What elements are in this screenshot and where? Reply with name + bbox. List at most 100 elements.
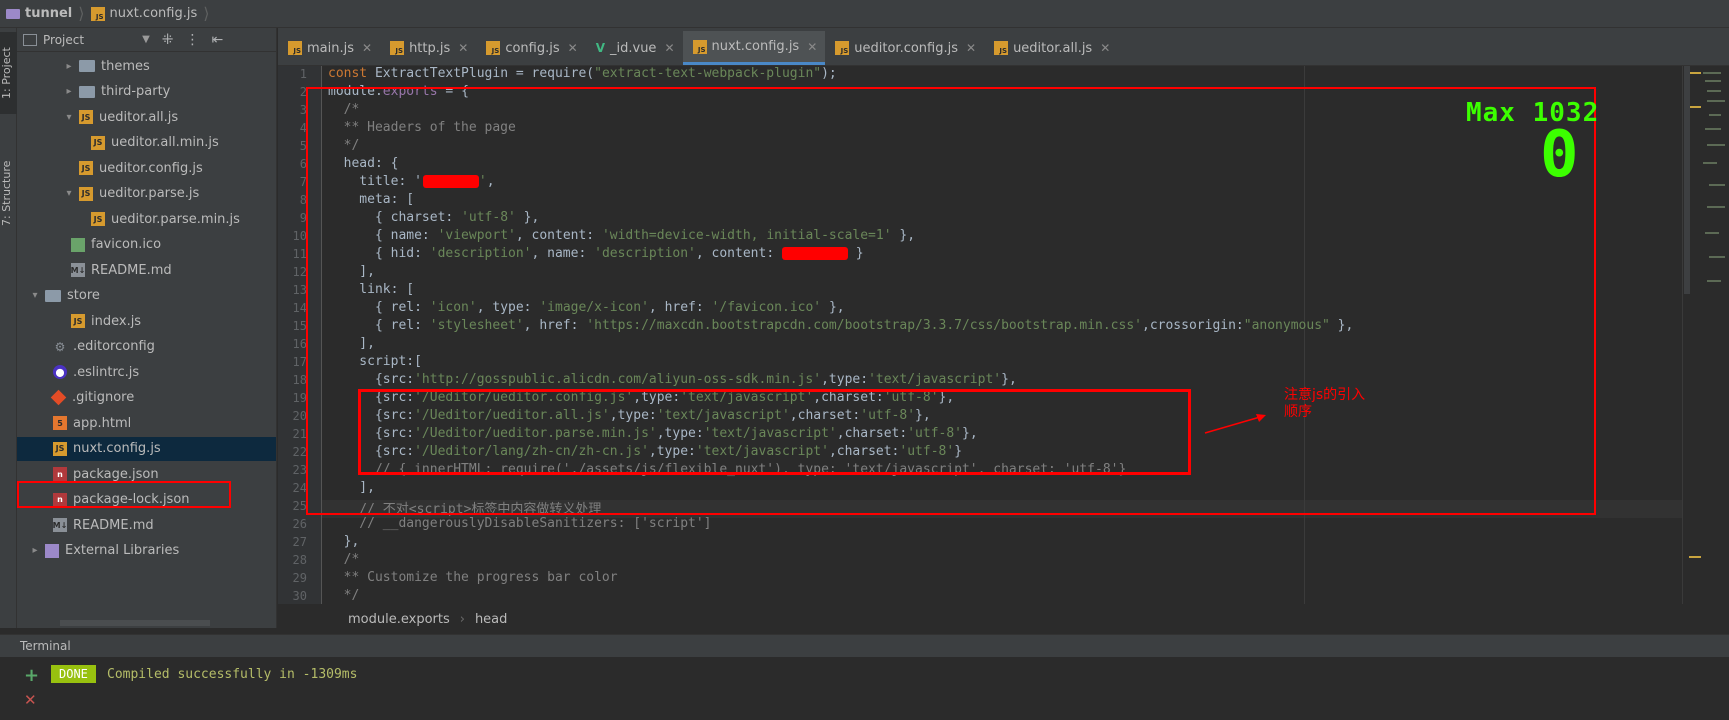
tree-item[interactable]: JS index.js — [55, 309, 141, 333]
tab-label: http.js — [409, 40, 451, 56]
tab--id-vue[interactable]: V _id.vue ✕ — [586, 31, 683, 65]
js-file-icon: JS — [486, 41, 501, 55]
folder-icon — [6, 8, 20, 19]
tree-item[interactable]: ▸ themes — [63, 54, 150, 78]
terminal-body[interactable]: + ✕ DONE Compiled successfully in -1309m… — [0, 657, 1729, 720]
minimap-line — [1707, 90, 1721, 92]
status-badge: DONE — [51, 665, 96, 683]
minimap-line — [1709, 184, 1725, 186]
warning-marker[interactable] — [1689, 72, 1701, 74]
tree-item[interactable]: 5 app.html — [37, 411, 131, 435]
terminal-output: Compiled successfully in -1309ms — [107, 667, 358, 682]
code-line[interactable]: ** Customize the progress bar color — [322, 570, 618, 588]
chevron-down-icon[interactable]: ▾ — [63, 112, 75, 123]
tab-ueditor-all-js[interactable]: JS ueditor.all.js ✕ — [984, 31, 1118, 65]
tree-item[interactable]: JS ueditor.all.min.js — [75, 131, 219, 155]
tree-item[interactable]: ▾ JS ueditor.parse.js — [63, 182, 199, 206]
chevron-right-icon[interactable]: ▸ — [63, 61, 75, 72]
annotation-highlight-nuxt-config — [17, 481, 231, 508]
tree-item-label: ueditor.all.js — [99, 109, 179, 125]
tree-item[interactable]: M↓ README.md — [37, 513, 154, 537]
breadcrumb-module-exports[interactable]: module.exports — [348, 612, 450, 627]
tool-tab-structure[interactable]: 7: Structure — [0, 148, 17, 238]
vue-file-icon: V — [595, 41, 605, 55]
nav-crumb-file[interactable]: JS nuxt.config.js ⟩ — [90, 4, 210, 23]
warning-marker[interactable] — [1689, 556, 1701, 558]
tree-item-label: themes — [101, 58, 150, 74]
chevron-down-icon[interactable]: ▼ — [142, 34, 150, 45]
project-panel-header: Project ▼ ⁜ ⋮ ⇤ — [17, 28, 276, 52]
terminal-title[interactable]: Terminal — [20, 639, 71, 653]
tab-main-js[interactable]: JS main.js ✕ — [278, 31, 380, 65]
minimap-line — [1705, 128, 1721, 130]
tree-item-label: .gitignore — [72, 390, 135, 405]
tree-item[interactable]: ▸ third-party — [63, 80, 170, 104]
collapse-all-icon[interactable]: ⁜ — [162, 32, 174, 48]
close-icon[interactable]: ✕ — [458, 41, 468, 55]
tab-http-js[interactable]: JS http.js ✕ — [380, 31, 476, 65]
close-icon[interactable]: ✕ — [664, 41, 674, 55]
eslint-file-icon: ⬤ — [53, 365, 67, 379]
project-horizontal-scrollbar[interactable] — [60, 620, 210, 626]
editor-tab-bar: JS main.js ✕ JS http.js ✕ JS config.js ✕ V _id.vue… — [278, 28, 1729, 66]
tree-item[interactable]: JS ueditor.config.js — [63, 156, 203, 180]
tree-item[interactable]: .gitignore — [37, 386, 134, 410]
tree-item[interactable]: JS ueditor.parse.min.js — [75, 207, 240, 231]
code-line[interactable]: }, — [322, 534, 360, 552]
tree-item-label: index.js — [91, 313, 142, 329]
tree-item[interactable]: ⚙ .editorconfig — [37, 335, 155, 359]
nav-separator: ⟩ — [203, 4, 210, 23]
editor-scrollbar[interactable] — [1684, 66, 1690, 294]
line-number: 26 — [292, 517, 307, 531]
js-file-icon: JS — [53, 441, 67, 456]
code-line[interactable]: // __dangerouslyDisableSanitizers: ['scr… — [322, 516, 711, 534]
line-number: 14 — [292, 301, 307, 315]
code-line[interactable]: const ExtractTextPlugin = require("extra… — [322, 66, 837, 84]
js-file-icon: JS — [91, 135, 105, 150]
tree-item[interactable]: favicon.ico — [55, 233, 161, 257]
tree-item[interactable]: ▾ store — [29, 284, 99, 308]
tab-nuxt-config-js[interactable]: JS nuxt.config.js ✕ — [682, 31, 826, 65]
code-line[interactable]: /* — [322, 552, 360, 570]
settings-icon[interactable]: ⋮ — [186, 32, 200, 48]
close-icon[interactable]: ✕ — [1100, 41, 1110, 55]
chevron-right-icon[interactable]: ▸ — [29, 545, 41, 556]
close-icon[interactable]: ✕ — [362, 41, 372, 55]
editor-minimap[interactable] — [1682, 66, 1729, 604]
project-view-icon — [23, 33, 37, 46]
hide-panel-icon[interactable]: ⇤ — [212, 32, 224, 48]
line-number: 23 — [292, 463, 307, 477]
close-icon[interactable]: ✕ — [568, 41, 578, 55]
tree-item[interactable]: ⬤ .eslintrc.js — [37, 360, 139, 384]
breadcrumb-separator: › — [459, 611, 465, 627]
chevron-down-icon[interactable]: ▾ — [29, 290, 41, 301]
close-icon[interactable]: ✕ — [966, 41, 976, 55]
chevron-right-icon[interactable]: ▸ — [63, 86, 75, 97]
chevron-down-icon[interactable]: ▾ — [63, 188, 75, 199]
tree-item[interactable]: ▸ External Libraries — [29, 539, 179, 563]
tree-item[interactable]: M↓ README.md — [55, 258, 172, 282]
warning-marker[interactable] — [1689, 106, 1701, 108]
nav-crumb-project[interactable]: tunnel ⟩ — [6, 4, 85, 23]
tree-item[interactable]: JS nuxt.config.js — [17, 436, 276, 461]
project-view-selector[interactable]: Project — [43, 33, 84, 47]
tab-config-js[interactable]: JS config.js ✕ — [476, 31, 585, 65]
js-file-icon: JS — [994, 41, 1009, 55]
tab-ueditor-config-js[interactable]: JS ueditor.config.js ✕ — [825, 31, 984, 65]
js-file-icon: JS — [835, 41, 850, 55]
navigation-bar: tunnel ⟩ JS nuxt.config.js ⟩ — [0, 0, 1729, 28]
close-session-icon[interactable]: ✕ — [24, 691, 37, 709]
line-number: 11 — [292, 247, 307, 261]
tool-tab-project[interactable]: 1: Project — [0, 32, 17, 114]
tree-item-label: package.json — [73, 466, 159, 482]
new-session-icon[interactable]: + — [24, 665, 39, 686]
close-icon[interactable]: ✕ — [807, 40, 817, 54]
tree-item[interactable]: ▾ JS ueditor.all.js — [63, 105, 178, 129]
git-file-icon — [50, 389, 67, 406]
annotation-note: 注意js的引入 顺序 — [1284, 387, 1365, 421]
terminal-header: Terminal — [0, 635, 1729, 657]
code-line[interactable]: */ — [322, 588, 360, 604]
breadcrumb-head[interactable]: head — [475, 612, 507, 627]
line-number: 10 — [292, 229, 307, 243]
line-number: 17 — [292, 355, 307, 369]
